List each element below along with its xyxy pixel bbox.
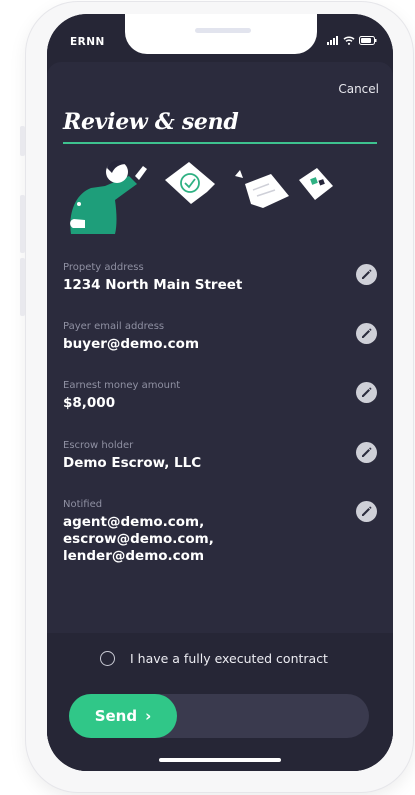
edit-notified-button[interactable]: [356, 501, 377, 522]
edit-escrow-holder-button[interactable]: [356, 442, 377, 463]
pencil-icon: [362, 269, 372, 279]
cancel-button[interactable]: Cancel: [338, 82, 379, 96]
bottom-action-area: I have a fully executed contract Send ›: [47, 633, 393, 771]
payer-email-field: Payer email address buyer@demo.com: [63, 321, 377, 353]
earnest-money-field: Earnest money amount $8,000: [63, 380, 377, 412]
send-button[interactable]: Send ›: [69, 694, 177, 738]
mute-switch: [20, 126, 25, 156]
status-bar: ERNN: [47, 14, 393, 64]
carrier-label: ERNN: [70, 36, 105, 48]
wifi-icon: [343, 36, 355, 45]
pencil-icon: [362, 328, 372, 338]
signal-icon: [327, 36, 338, 45]
field-label: Payer email address: [63, 321, 165, 332]
review-sheet: Cancel Review & send Propety address 123…: [47, 62, 393, 771]
field-value: buyer@demo.com: [63, 336, 200, 352]
volume-down-button: [20, 258, 25, 316]
field-value: Demo Escrow, LLC: [63, 455, 202, 471]
pencil-icon: [362, 387, 372, 397]
header-illustration: [70, 160, 333, 234]
checkbox-label: I have a fully executed contract: [130, 651, 328, 666]
title-divider: [63, 142, 377, 144]
field-label: Notified: [63, 499, 103, 510]
field-value: agent@demo.com, escrow@demo.com, lender@…: [63, 514, 214, 564]
edit-payer-email-button[interactable]: [356, 323, 377, 344]
volume-up-button: [20, 195, 25, 253]
pencil-icon: [362, 506, 372, 516]
notch: [125, 14, 317, 54]
field-label: Escrow holder: [63, 440, 134, 451]
send-label: Send: [94, 707, 138, 725]
field-label: Propety address: [63, 262, 144, 273]
escrow-holder-field: Escrow holder Demo Escrow, LLC: [63, 440, 377, 472]
edit-property-address-button[interactable]: [356, 264, 377, 285]
phone-screen: ERNN Cancel Review & send Propety addres…: [47, 14, 393, 771]
page-title: Review & send: [63, 109, 239, 135]
send-slider-track[interactable]: Send ›: [69, 694, 369, 738]
field-value: 1234 North Main Street: [63, 277, 243, 293]
field-label: Earnest money amount: [63, 380, 181, 391]
property-address-field: Propety address 1234 North Main Street: [63, 262, 377, 294]
document-illustration: [165, 162, 333, 208]
notified-field: Notified agent@demo.com, escrow@demo.com…: [63, 499, 377, 565]
radio-icon[interactable]: [100, 651, 115, 666]
person-illustration: [70, 160, 147, 234]
edit-earnest-money-button[interactable]: [356, 382, 377, 403]
executed-contract-checkbox[interactable]: I have a fully executed contract: [100, 651, 328, 666]
home-indicator: [159, 758, 281, 762]
status-icons: [327, 36, 377, 45]
field-value: $8,000: [63, 395, 116, 411]
battery-icon: [359, 36, 377, 45]
pencil-icon: [362, 447, 372, 457]
chevron-right-icon: ›: [145, 707, 152, 725]
